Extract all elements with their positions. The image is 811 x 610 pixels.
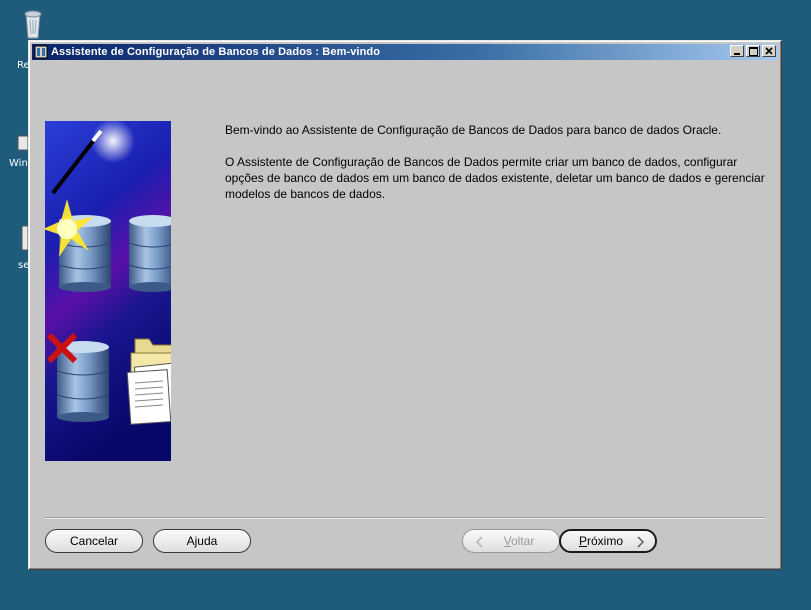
back-label-rest: oltar — [511, 534, 535, 548]
welcome-text: Bem-vindo ao Assistente de Configuração … — [225, 122, 765, 218]
next-mnemonic: P — [578, 534, 587, 548]
app-icon — [34, 45, 48, 59]
recycle-bin-icon — [24, 10, 42, 39]
dbca-window: Assistente de Configuração de Bancos de … — [28, 40, 782, 570]
minimize-icon — [734, 53, 740, 55]
back-button-label: Voltar — [504, 534, 535, 548]
wizard-illustration — [45, 121, 171, 461]
next-label-rest: róximo — [587, 534, 624, 548]
next-button[interactable]: Próximo — [559, 529, 657, 553]
setup-icon — [21, 225, 29, 251]
description-text: O Assistente de Configuração de Bancos d… — [225, 155, 765, 201]
close-button[interactable] — [762, 45, 776, 57]
back-button[interactable]: Voltar — [462, 529, 560, 553]
chevron-right-icon — [637, 536, 644, 548]
cancel-button-label: Cancelar — [69, 534, 119, 548]
minimize-button[interactable] — [730, 45, 744, 57]
next-button-label: Próximo — [579, 534, 623, 548]
maximize-icon — [748, 46, 758, 56]
maximize-button[interactable] — [746, 45, 760, 57]
button-separator — [45, 517, 765, 519]
chevron-left-icon — [476, 536, 483, 548]
title-bar[interactable]: Assistente de Configuração de Bancos de … — [32, 44, 778, 60]
windows-app-icon — [17, 135, 29, 151]
intro-text: Bem-vindo ao Assistente de Configuração … — [225, 123, 722, 137]
database-icon — [128, 215, 171, 292]
documents-icon — [126, 362, 171, 425]
help-button[interactable]: Ajuda — [153, 529, 251, 553]
back-mnemonic: V — [503, 534, 511, 548]
help-button-label: Ajuda — [186, 534, 218, 548]
desktop-icon-recycle-bin[interactable]: Re — [16, 6, 50, 71]
window-title: Assistente de Configuração de Bancos de … — [51, 46, 381, 58]
desktop-icon-label: Win — [9, 158, 28, 169]
cancel-button[interactable]: Cancelar — [45, 529, 143, 553]
close-icon — [765, 47, 773, 55]
